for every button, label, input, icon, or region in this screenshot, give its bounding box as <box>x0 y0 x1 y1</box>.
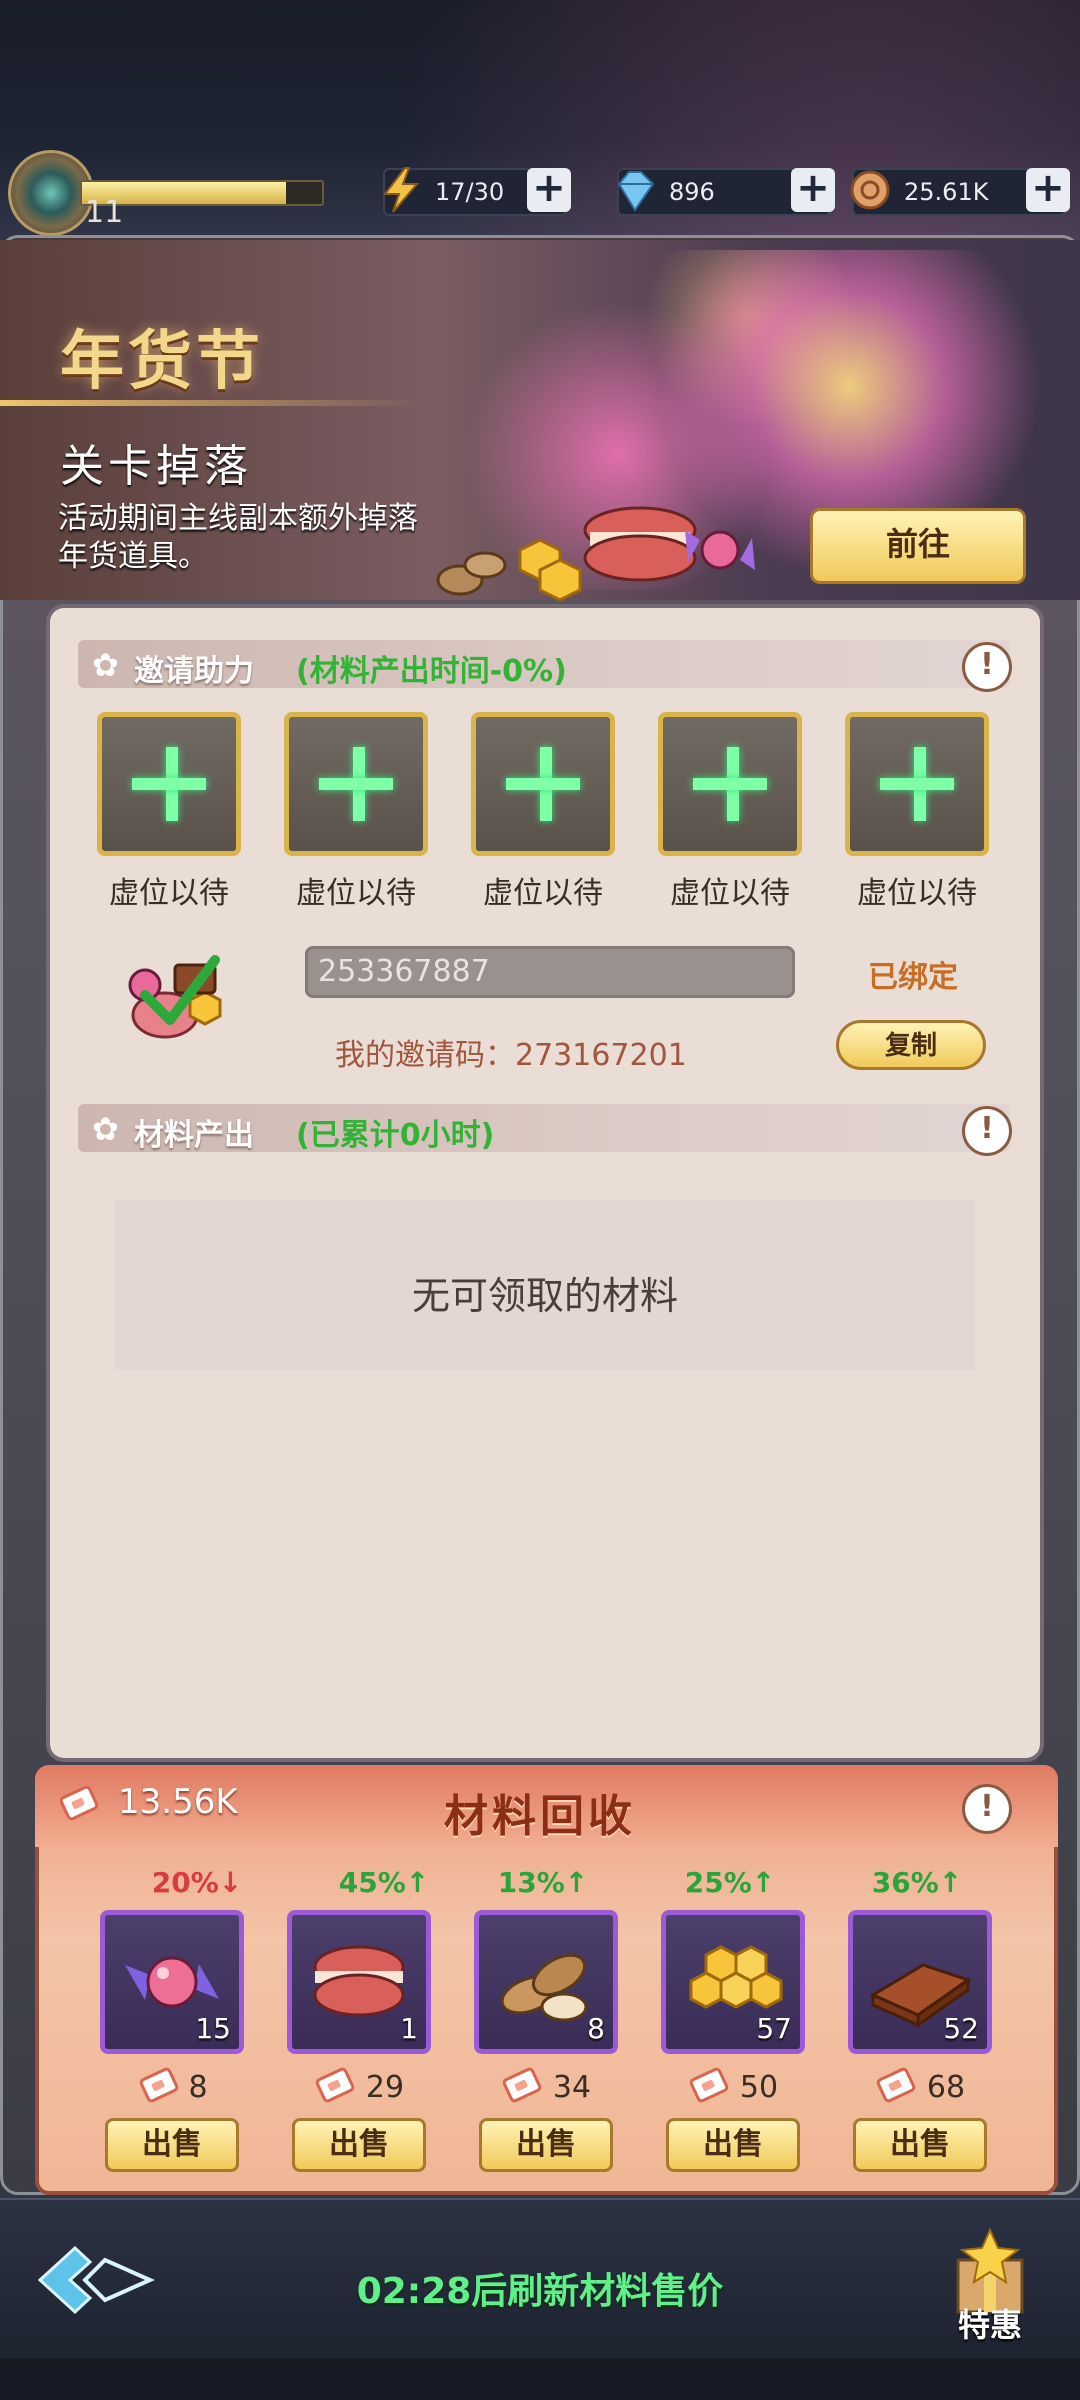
item-price: 29 <box>365 2070 405 2105</box>
event-title: 年货节 <box>60 325 264 399</box>
sweets-illustration <box>436 506 755 602</box>
invite-slot[interactable] <box>284 712 428 856</box>
sell-button-almond[interactable]: 出售 <box>479 2118 613 2172</box>
output-note: (已累计0小时) <box>296 1118 495 1153</box>
event-subtitle: 关卡掉落 <box>60 441 252 492</box>
sell-button-candy[interactable]: 出售 <box>105 2118 239 2172</box>
invite-slot[interactable] <box>658 712 802 856</box>
player-level: 11 <box>85 195 124 230</box>
empty-materials-text: 无可领取的材料 <box>411 1274 678 1318</box>
sweets-check-icon <box>128 955 222 1039</box>
bottom-strip <box>0 2358 1080 2400</box>
price-change: 20%↓ <box>151 1866 243 1899</box>
slot-label: 虚位以待 <box>296 876 416 911</box>
output-header: 材料产出 <box>134 1118 254 1153</box>
material-slot-chocolate[interactable]: 52 <box>848 1910 992 2054</box>
slot-label: 虚位以待 <box>670 876 790 911</box>
invite-note: (材料产出时间-0%) <box>296 654 567 689</box>
item-price: 50 <box>739 2070 779 2105</box>
material-slot-macaron[interactable]: 1 <box>287 1910 431 2054</box>
title-underline <box>0 400 420 406</box>
add-energy-button[interactable]: + <box>527 168 571 212</box>
energy-value: 17/30 <box>435 178 505 206</box>
price-change: 36%↑ <box>871 1866 963 1899</box>
copy-button[interactable]: 复制 <box>836 1020 986 1070</box>
item-count: 15 <box>195 2012 231 2045</box>
diamond-icon <box>617 171 655 212</box>
price-change: 13%↑ <box>497 1866 589 1899</box>
item-price: 8 <box>188 2070 208 2105</box>
output-section-header: ✿ 材料产出 (已累计0小时) <box>78 1104 1010 1153</box>
diamond-resource: 896 + <box>617 168 835 216</box>
material-slot-almond[interactable]: 8 <box>474 1910 618 2054</box>
goto-button[interactable]: 前往 <box>810 508 1026 584</box>
flower-icon: ✿ <box>92 646 119 684</box>
invite-slot[interactable] <box>97 712 241 856</box>
material-slot-honeycomb[interactable]: 57 <box>661 1910 805 2054</box>
price-change: 45%↑ <box>338 1866 430 1899</box>
invite-header: 邀请助力 <box>134 654 254 689</box>
event-description: 活动期间主线副本额外掉落年货道具。 <box>58 501 418 574</box>
slot-label: 虚位以待 <box>109 876 229 911</box>
energy-resource: 17/30 + <box>382 167 571 216</box>
flower-icon: ✿ <box>92 1110 119 1148</box>
invite-info-button[interactable]: ! <box>962 642 1012 692</box>
add-diamond-button[interactable]: + <box>791 168 835 212</box>
sell-button-honeycomb[interactable]: 出售 <box>666 2118 800 2172</box>
item-price: 34 <box>552 2070 592 2105</box>
sell-button-macaron[interactable]: 出售 <box>292 2118 426 2172</box>
my-invite-code: 我的邀请码：273167201 <box>335 1038 687 1073</box>
diamond-value: 896 <box>669 178 715 206</box>
coin-resource: 25.61K + <box>850 168 1070 216</box>
invite-slot[interactable] <box>471 712 615 856</box>
invite-slot[interactable] <box>845 712 989 856</box>
refresh-timer-text: 02:28后刷新材料售价 <box>356 2271 724 2312</box>
slot-label: 虚位以待 <box>483 876 603 911</box>
output-info-button[interactable]: ! <box>962 1106 1012 1156</box>
sell-button-chocolate[interactable]: 出售 <box>853 2118 987 2172</box>
recycle-title: 材料回收 <box>444 1791 636 1842</box>
slot-label: 虚位以待 <box>857 876 977 911</box>
bound-status: 已绑定 <box>868 960 958 995</box>
material-slot-candy[interactable]: 15 <box>100 1910 244 2054</box>
item-price: 68 <box>926 2070 966 2105</box>
invite-section-header: ✿ 邀请助力 (材料产出时间-0%) <box>78 640 1010 689</box>
add-coin-button[interactable]: + <box>1026 168 1070 212</box>
item-count: 8 <box>587 2012 605 2045</box>
lightning-icon <box>382 167 420 213</box>
special-offer-label[interactable]: 特惠 <box>940 2300 1040 2346</box>
coin-value: 25.61K <box>904 178 989 206</box>
item-count: 52 <box>943 2012 979 2045</box>
recycle-info-button[interactable]: ! <box>962 1784 1012 1834</box>
invite-code-input[interactable]: 253367887 <box>305 946 795 998</box>
price-change: 25%↑ <box>684 1866 776 1899</box>
item-count: 1 <box>400 2012 418 2045</box>
item-count: 57 <box>756 2012 792 2045</box>
coin-icon <box>850 170 890 210</box>
